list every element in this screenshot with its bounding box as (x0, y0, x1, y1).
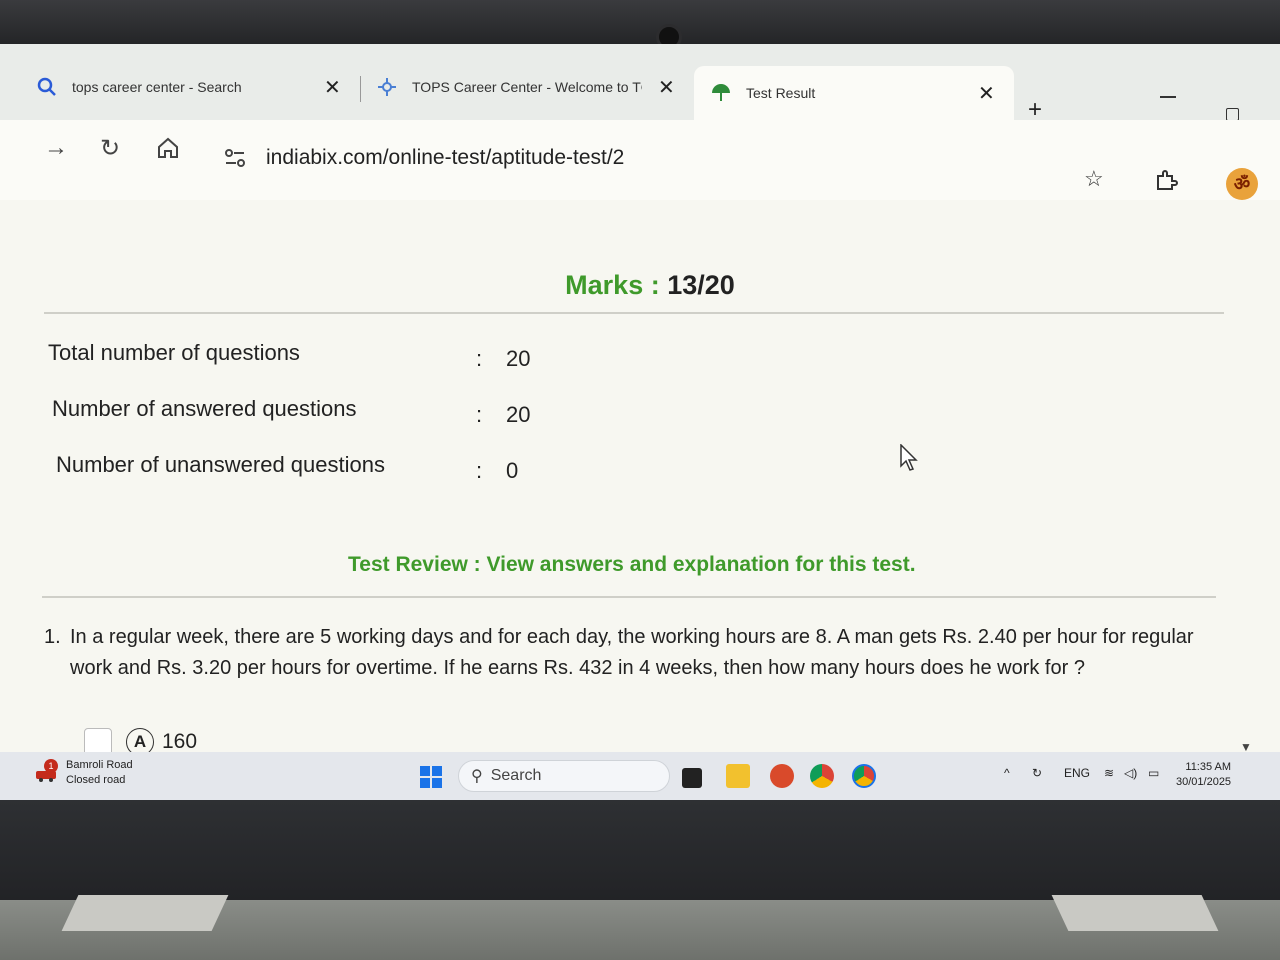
sync-icon[interactable]: ↻ (1032, 766, 1042, 780)
taskbar-search[interactable]: ⚲ Search (458, 760, 670, 792)
chrome-icon[interactable] (810, 764, 834, 788)
stat-colon: : (476, 402, 483, 427)
tab-strip: tops career center - Search ✕ TOPS Caree… (0, 44, 1280, 123)
stat-label: Number of answered questions (52, 396, 357, 421)
forward-icon[interactable]: → (44, 134, 68, 162)
close-tab-icon[interactable]: ✕ (324, 75, 341, 100)
bookmark-star-icon[interactable]: ☆ (1084, 166, 1104, 192)
close-tab-icon[interactable]: ✕ (658, 75, 675, 100)
question-text: In a regular week, there are 5 working d… (70, 626, 1194, 679)
screen: tops career center - Search ✕ TOPS Caree… (0, 44, 1280, 800)
app-icon[interactable] (770, 764, 794, 788)
search-placeholder: Search (490, 767, 542, 784)
question-1: 1. In a regular week, there are 5 workin… (44, 622, 1204, 684)
stat-value: 20 (506, 346, 531, 371)
volume-icon[interactable]: ◁) (1124, 766, 1137, 780)
extensions-icon[interactable] (1154, 168, 1178, 198)
tab-separator (360, 76, 361, 102)
tray-expand-icon[interactable]: ^ (1004, 766, 1010, 780)
site-logo-icon (376, 76, 398, 98)
battery-icon[interactable]: ▭ (1148, 766, 1159, 780)
profile-avatar[interactable]: ॐ (1226, 168, 1258, 200)
stat-row-total: Total number of questions : 20 (48, 340, 748, 376)
windows-start-icon[interactable] (420, 766, 442, 788)
clock[interactable]: 11:35 AM 30/01/2025 (1176, 760, 1231, 790)
url-text: indiabix.com/online-test/aptitude-test/2 (266, 146, 625, 169)
weather-badge: 1 (44, 759, 58, 773)
site-settings-icon[interactable] (222, 145, 248, 171)
home-icon[interactable] (156, 136, 180, 167)
taskbar: 1 Bamroli Road Closed road ⚲ Search ^ ↻ … (0, 752, 1280, 800)
marks-value: 13/20 (667, 270, 735, 300)
laptop-hinge-right (1051, 895, 1219, 931)
test-review: Test Review : View answers and explanati… (348, 553, 916, 577)
wifi-icon[interactable]: ≋ (1104, 766, 1114, 780)
search-icon: ⚲ (471, 768, 483, 785)
search-icon (36, 76, 58, 98)
review-link[interactable]: View answers and explanation for this te… (487, 553, 916, 576)
reload-icon[interactable]: ↻ (100, 134, 120, 163)
stat-row-answered: Number of answered questions : 20 (52, 396, 752, 432)
stat-label: Total number of questions (48, 340, 300, 365)
address-bar[interactable]: indiabix.com/online-test/aptitude-test/2 (222, 136, 1062, 180)
option-value: 160 (162, 730, 198, 753)
divider (42, 596, 1216, 598)
umbrella-icon (710, 82, 732, 104)
laptop-hinge-left (61, 895, 229, 931)
task-view-icon[interactable] (682, 768, 702, 788)
minimize-icon[interactable] (1160, 96, 1176, 98)
marks-label: Marks : (565, 270, 660, 300)
stat-colon: : (476, 346, 483, 371)
close-tab-icon[interactable]: ✕ (978, 81, 995, 106)
tab-title: TOPS Career Center - Welcome to TC (412, 79, 642, 95)
tab-title: Test Result (746, 85, 816, 101)
laptop-bezel-bottom (0, 800, 1280, 900)
review-label: Test Review : (348, 553, 481, 576)
tab-search[interactable]: tops career center - Search ✕ (36, 58, 356, 116)
language-indicator[interactable]: ENG (1064, 766, 1090, 780)
marks-heading: Marks : 13/20 (0, 270, 1280, 301)
clock-date: 30/01/2025 (1176, 776, 1232, 788)
stat-value: 0 (506, 458, 519, 483)
tab-title: tops career center - Search (72, 79, 242, 95)
stat-value: 20 (506, 402, 531, 427)
weather-widget[interactable]: 1 Bamroli Road Closed road (34, 758, 133, 788)
stat-label: Number of unanswered questions (56, 452, 385, 477)
clock-time: 11:35 AM (1185, 761, 1232, 773)
weather-title: Bamroli Road (66, 759, 133, 771)
weather-subtitle: Closed road (66, 774, 126, 786)
tab-test-result[interactable]: Test Result ✕ (694, 66, 1014, 120)
mouse-cursor-icon (900, 443, 920, 477)
traffic-alert-icon: 1 (34, 759, 58, 783)
tab-tops[interactable]: TOPS Career Center - Welcome to TC ✕ (376, 58, 676, 116)
question-number: 1. (44, 626, 61, 648)
chrome-profile-icon[interactable] (852, 764, 876, 788)
page-content: Marks : 13/20 Total number of questions … (0, 200, 1280, 756)
stat-colon: : (476, 458, 483, 483)
stat-row-unanswered: Number of unanswered questions : 0 (56, 452, 756, 488)
file-explorer-icon[interactable] (726, 764, 750, 788)
divider (44, 312, 1224, 314)
